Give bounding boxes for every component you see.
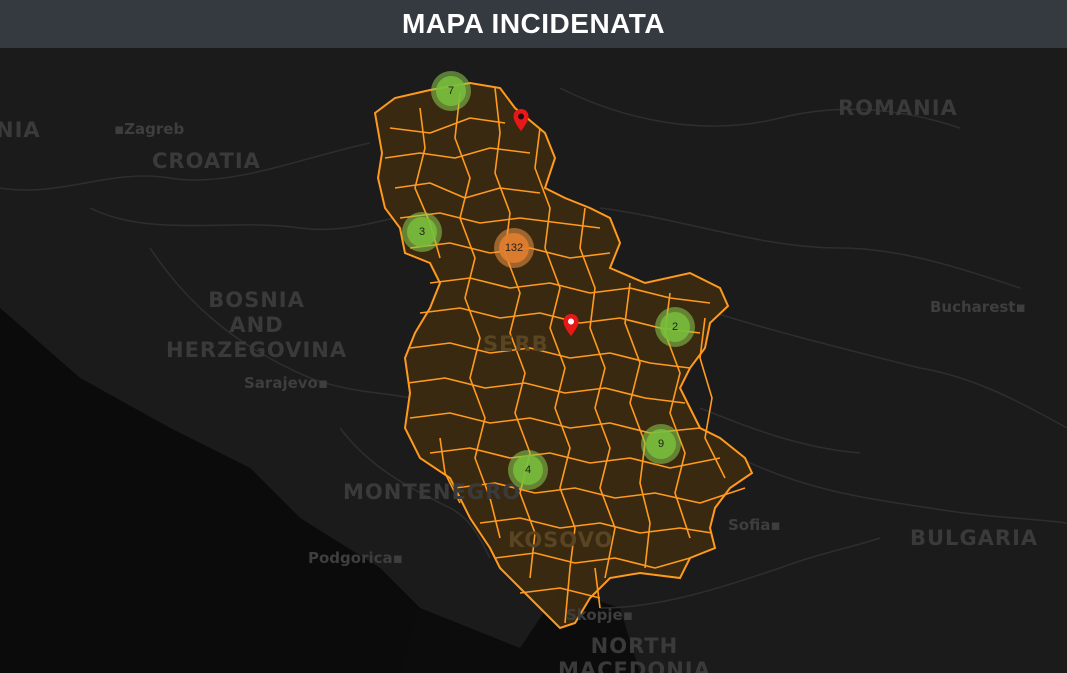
- country-label-kosovo: KOSOVO: [508, 528, 614, 552]
- country-label-slovenia: NIA: [0, 118, 41, 142]
- country-label-croatia: CROATIA: [152, 149, 261, 173]
- country-label-bulgaria: BULGARIA: [910, 526, 1039, 550]
- cluster-marker[interactable]: 132: [494, 228, 534, 268]
- city-label-sarajevo: Sarajevo▪: [244, 374, 329, 392]
- country-label-bosnia: BOSNIA AND HERZEGOVINA: [166, 288, 348, 362]
- city-label-sofia: Sofia▪: [728, 516, 781, 534]
- cluster-count: 3: [407, 217, 437, 247]
- cluster-marker[interactable]: 9: [641, 424, 681, 464]
- cluster-marker[interactable]: 3: [402, 212, 442, 252]
- country-label-romania: ROMANIA: [838, 96, 958, 120]
- basemap: [0, 48, 1067, 673]
- cluster-count: 132: [499, 233, 529, 263]
- city-label-zagreb: ▪Zagreb: [114, 120, 185, 138]
- page-header: MAPA INCIDENATA: [0, 0, 1067, 48]
- cluster-count: 4: [513, 455, 543, 485]
- cluster-marker[interactable]: 7: [431, 71, 471, 111]
- country-label-north-macedonia: NORTH MACEDONIA: [558, 634, 711, 673]
- map-view[interactable]: NIA CROATIA ROMANIA BOSNIA AND HERZEGOVI…: [0, 48, 1067, 673]
- cluster-marker[interactable]: 2: [655, 307, 695, 347]
- cluster-marker[interactable]: 4: [508, 450, 548, 490]
- city-label-podgorica: Podgorica▪: [308, 549, 403, 567]
- cluster-count: 7: [436, 76, 466, 106]
- page-title: MAPA INCIDENATA: [401, 8, 666, 39]
- cluster-count: 9: [646, 429, 676, 459]
- cluster-count: 2: [660, 312, 690, 342]
- country-label-serbia: SERB: [483, 332, 549, 356]
- map-pin-icon[interactable]: [512, 108, 530, 132]
- country-label-montenegro: MONTENEGRO: [343, 480, 522, 504]
- city-label-skopje: Skopje▪: [566, 606, 633, 624]
- city-label-bucharest: Bucharest▪: [930, 298, 1026, 316]
- map-pin-icon[interactable]: [562, 313, 580, 337]
